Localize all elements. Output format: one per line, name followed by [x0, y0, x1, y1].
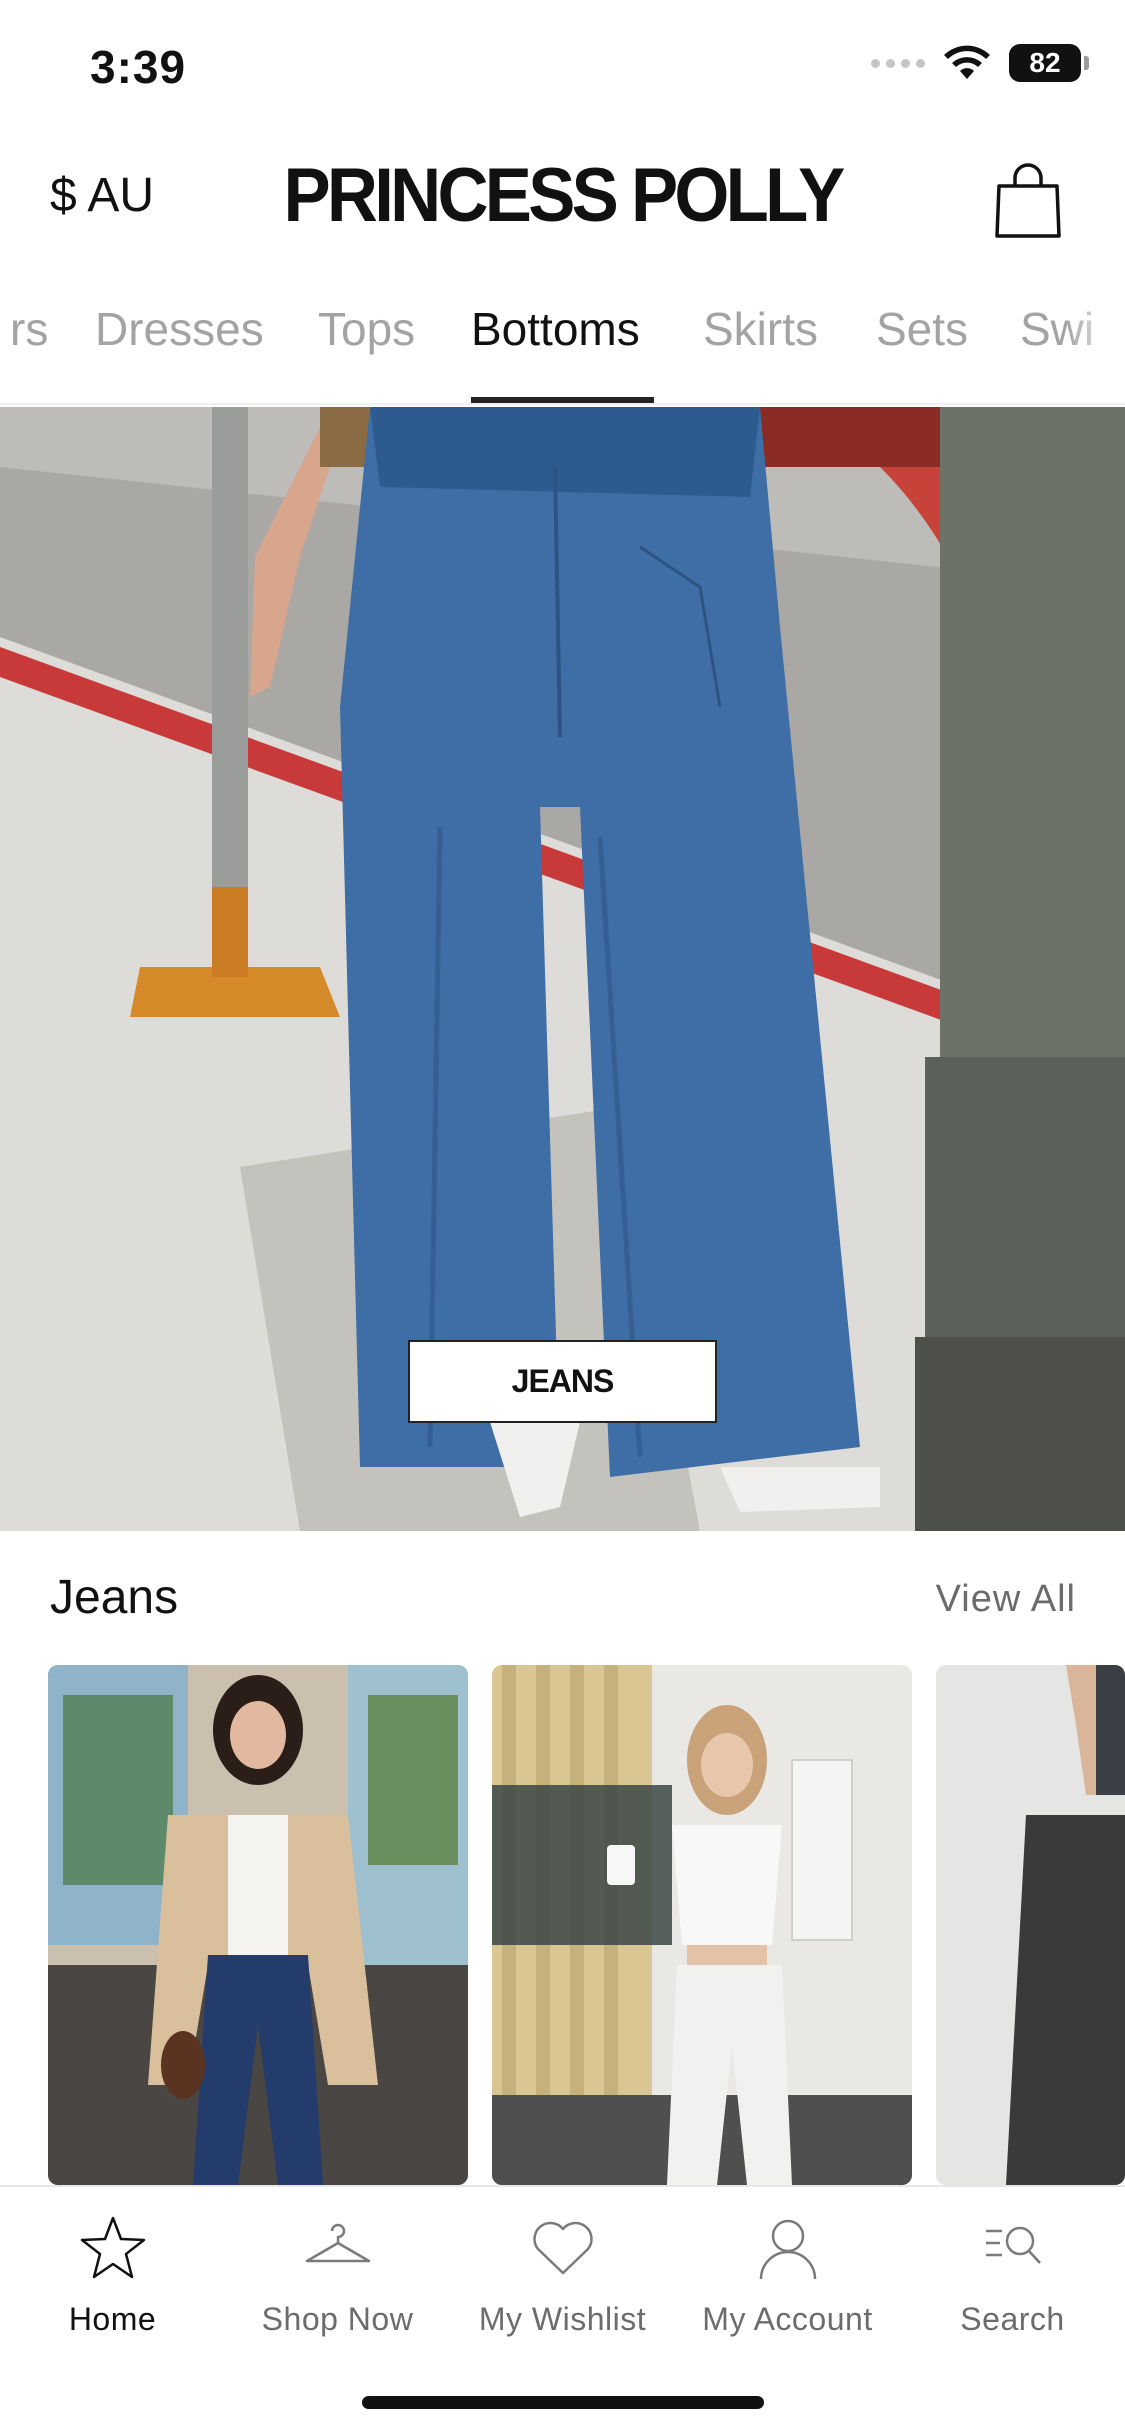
jeans-button[interactable]: JEANS	[408, 1340, 717, 1423]
product-image	[492, 1665, 912, 2185]
tab-bottoms[interactable]: Bottoms	[471, 302, 640, 356]
tab-tops[interactable]: Tops	[318, 302, 415, 356]
product-image	[936, 1665, 1125, 2185]
battery-icon: 82	[1009, 44, 1089, 82]
nav-shop-now[interactable]: Shop Now	[225, 2213, 450, 2338]
product-card[interactable]	[48, 1665, 468, 2185]
nav-home[interactable]: Home	[0, 2213, 225, 2338]
search-icon	[985, 2226, 1041, 2264]
nav-account[interactable]: My Account	[675, 2213, 900, 2338]
nav-wishlist[interactable]: My Wishlist	[450, 2213, 675, 2338]
star-icon	[80, 2216, 145, 2279]
tabs-fade	[1065, 290, 1125, 403]
home-indicator[interactable]	[362, 2396, 764, 2409]
shopping-bag-icon[interactable]	[993, 160, 1063, 240]
wifi-icon	[944, 45, 990, 79]
hero-banner[interactable]: JEANS	[0, 407, 1125, 1531]
tab-accessories[interactable]: rs	[10, 302, 48, 356]
tab-dresses[interactable]: Dresses	[95, 302, 264, 356]
product-card[interactable]	[492, 1665, 912, 2185]
heart-icon	[532, 2221, 593, 2275]
view-all-link[interactable]: View All	[936, 1578, 1076, 1621]
category-tabs: rs Dresses Tops Bottoms Skirts Sets Swi	[0, 290, 1125, 405]
user-icon	[759, 2219, 816, 2280]
tab-sets[interactable]: Sets	[876, 302, 968, 356]
section-title: Jeans	[50, 1571, 179, 1624]
status-time: 3:39	[90, 41, 187, 93]
product-image	[48, 1665, 468, 2185]
nav-wishlist-label: My Wishlist	[478, 2301, 647, 2337]
status-icons: 82	[871, 44, 1089, 82]
cellular-signal-icon	[871, 58, 925, 68]
nav-search[interactable]: Search	[900, 2213, 1125, 2338]
brand-logo[interactable]: PRINCESS POLLY	[39, 152, 1085, 239]
nav-search-label: Search	[960, 2301, 1065, 2337]
product-carousel[interactable]	[0, 1665, 1125, 2185]
nav-home-label: Home	[68, 2301, 157, 2337]
app-header: $ AU PRINCESS POLLY	[0, 140, 1125, 260]
active-tab-indicator	[471, 397, 654, 403]
nav-account-label: My Account	[702, 2301, 873, 2337]
product-card[interactable]	[936, 1665, 1125, 2185]
nav-shop-now-label: Shop Now	[261, 2301, 414, 2337]
hanger-icon	[305, 2223, 370, 2263]
tab-skirts[interactable]: Skirts	[703, 302, 818, 356]
status-bar: 3:39 82	[0, 0, 1125, 130]
